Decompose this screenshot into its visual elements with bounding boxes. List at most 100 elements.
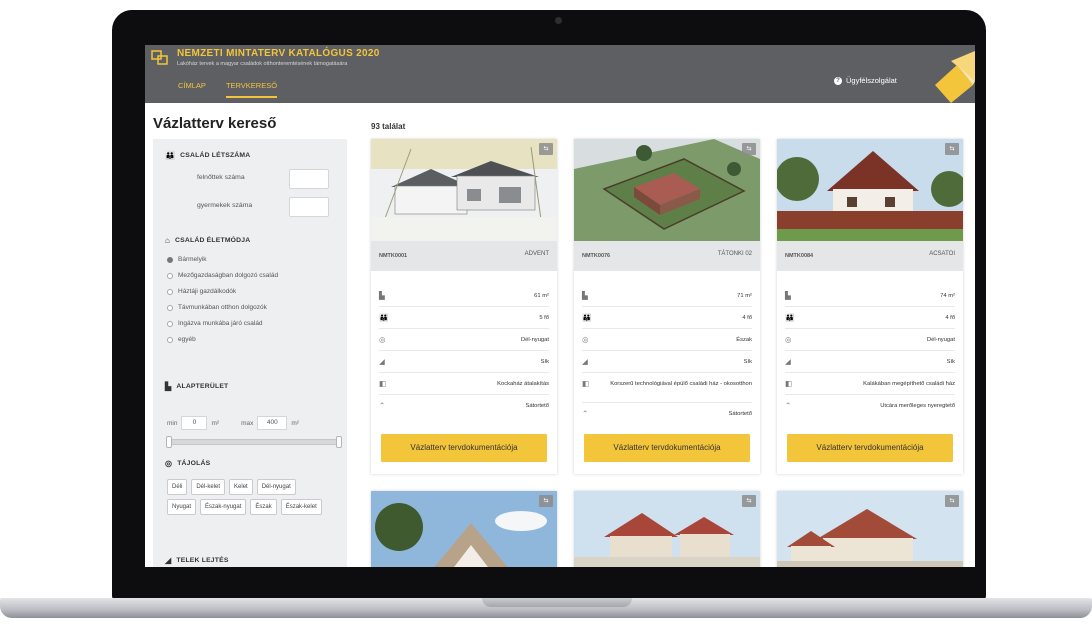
plan-card[interactable]: ⇆ NMTK0076 TÁTONKI 02 ▙ 71 m² 👪 4 fő ◎ Észa…: [574, 139, 760, 474]
family-size-heading-label: CSALÁD LÉTSZÁMA: [180, 152, 251, 159]
family-icon: 👪: [785, 313, 795, 322]
plan-doc-button[interactable]: Vázlatterv tervdokumentációja: [787, 434, 953, 462]
orientation-heading: ◎ TÁJOLÁS: [165, 459, 210, 468]
compare-icon[interactable]: ⇆: [945, 495, 959, 507]
lifestyle-option-label: Ingázva munkába járó család: [178, 320, 263, 327]
children-input[interactable]: [289, 197, 329, 217]
brand-title[interactable]: NEMZETI MINTATERV KATALÓGUS 2020: [177, 48, 380, 59]
spec-value: Kockaház átalakítás: [497, 381, 549, 387]
plan-header: NMTK0084 ACSATOI: [777, 241, 963, 271]
building-type-icon: ◧: [582, 379, 590, 388]
spec-value: Sík: [946, 359, 955, 365]
plan-image[interactable]: [574, 139, 760, 241]
orientation-chip[interactable]: Észak: [250, 499, 277, 515]
corner-logo-icon: [935, 51, 975, 103]
plan-image[interactable]: [574, 491, 760, 567]
plan-card[interactable]: ⇆: [777, 491, 963, 567]
slider-max-handle[interactable]: [336, 436, 342, 448]
spec-orientation: ◎ Dél-nyugat: [785, 333, 955, 351]
spec-value: 5 fő: [539, 315, 549, 321]
help-icon: ?: [834, 76, 842, 85]
plan-image[interactable]: [371, 491, 557, 567]
plan-card[interactable]: ⇆: [371, 491, 557, 567]
orientation-chip[interactable]: Észak-kelet: [280, 499, 322, 515]
floor-plan-icon: ▙: [582, 291, 588, 300]
sidebar-title: Vázlatterv kereső: [153, 115, 277, 132]
spec-orientation: ◎ Észak: [582, 333, 752, 351]
slider-min-handle[interactable]: [166, 436, 172, 448]
floor-plan-icon: ▙: [379, 291, 385, 300]
orientation-chip[interactable]: Dél-kelet: [191, 479, 226, 495]
adults-label: felnőttek száma: [197, 174, 245, 181]
radio[interactable]: [167, 272, 173, 279]
max-area-input[interactable]: 400: [257, 416, 288, 430]
radio[interactable]: [167, 336, 173, 343]
radio-selected[interactable]: [167, 256, 173, 263]
camera-icon: [555, 17, 562, 24]
roof-icon: ⌃: [582, 409, 589, 418]
lifestyle-option[interactable]: Távmunkában otthon dolgozók: [167, 304, 267, 311]
plan-card[interactable]: ⇆ NMTK0084 ACSATOI ▙ 74 m² 👪 4 fő ◎ Dél-nyu…: [777, 139, 963, 474]
plan-card[interactable]: ⇆ NMTK0001 ADVENT ▙ 61 m² 👪 5 fő ◎ Dél-nyug…: [371, 139, 557, 474]
orientation-chips: Déli Dél-kelet Kelet Dél-nyugat Nyugat É…: [167, 479, 327, 515]
compare-icon[interactable]: ⇆: [742, 495, 756, 507]
spec-people: 👪 5 fő: [379, 311, 549, 329]
lifestyle-option[interactable]: Háztáji gazdálkodók: [167, 288, 236, 295]
spec-area: ▙ 61 m²: [379, 289, 549, 307]
adults-input[interactable]: [289, 169, 329, 189]
family-size-heading: 👪 CSALÁD LÉTSZÁMA: [165, 151, 250, 160]
compare-icon[interactable]: ⇆: [945, 143, 959, 155]
unit-label: m²: [291, 419, 299, 427]
radio[interactable]: [167, 304, 173, 311]
family-icon: 👪: [582, 313, 592, 322]
lifestyle-heading-label: CSALÁD ÉLETMÓDJA: [175, 237, 251, 244]
orientation-chip[interactable]: Kelet: [229, 479, 253, 495]
compare-icon[interactable]: ⇆: [539, 143, 553, 155]
plan-image[interactable]: [371, 139, 557, 241]
lifestyle-option[interactable]: egyéb: [167, 336, 196, 343]
orientation-chip[interactable]: Dél-nyugat: [256, 479, 296, 495]
logo-icon[interactable]: [151, 50, 169, 66]
plan-image[interactable]: [777, 139, 963, 241]
spec-value: Utcára merőleges nyeregtető: [880, 403, 955, 409]
spec-roof: ⌃ Utcára merőleges nyeregtető: [785, 399, 955, 417]
spec-value: Korszerű technológiával épülő családi há…: [610, 381, 752, 387]
spec-terrain: ◢ Sík: [379, 355, 549, 373]
plan-image[interactable]: [777, 491, 963, 567]
compare-icon[interactable]: ⇆: [539, 495, 553, 507]
plan-card[interactable]: ⇆: [574, 491, 760, 567]
lifestyle-option[interactable]: Mezőgazdaságban dolgozó család: [167, 272, 278, 279]
radio[interactable]: [167, 320, 173, 327]
tab-tervkereso[interactable]: TERVKERESŐ: [225, 81, 278, 98]
spec-value: Dél-nyugat: [926, 337, 955, 343]
spec-value: Sík: [540, 359, 549, 365]
spec-value: Észak: [736, 337, 752, 343]
compare-icon[interactable]: ⇆: [742, 143, 756, 155]
lifestyle-option-label: egyéb: [178, 336, 196, 343]
spec-roof: ⌃ Sátortető: [379, 399, 549, 417]
area-range-slider[interactable]: [166, 436, 342, 448]
result-count: 93 találat: [371, 122, 406, 131]
orientation-chip[interactable]: Észak-nyugat: [200, 499, 247, 515]
spec-value: 4 fő: [742, 315, 752, 321]
site-header: NEMZETI MINTATERV KATALÓGUS 2020 Lakóház…: [145, 45, 975, 103]
lifestyle-option[interactable]: Ingázva munkába járó család: [167, 320, 263, 327]
lifestyle-option[interactable]: Bármelyik: [167, 256, 207, 263]
spec-value: Sík: [743, 359, 752, 365]
help-link[interactable]: ? Ügyfélszolgálat: [834, 76, 897, 85]
building-type-icon: ◧: [785, 379, 793, 388]
lifestyle-option-label: Bármelyik: [178, 256, 207, 263]
brand-subtitle: Lakóház tervek a magyar családok otthont…: [177, 61, 348, 67]
filter-panel: 👪 CSALÁD LÉTSZÁMA felnőttek száma gyerme…: [153, 139, 347, 567]
lifestyle-option-label: Mezőgazdaságban dolgozó család: [178, 272, 279, 279]
terrain-icon: ◢: [785, 357, 791, 366]
floor-area-heading: ▙ ALAPTERÜLET: [165, 382, 228, 391]
orientation-chip[interactable]: Nyugat: [167, 499, 197, 515]
tab-cimlap[interactable]: CÍMLAP: [178, 81, 206, 98]
min-area-input[interactable]: 0: [181, 416, 208, 430]
plan-doc-button[interactable]: Vázlatterv tervdokumentációja: [381, 434, 547, 462]
terrain-icon: ◢: [379, 357, 385, 366]
plan-doc-button[interactable]: Vázlatterv tervdokumentációja: [584, 434, 750, 462]
radio[interactable]: [167, 288, 173, 295]
orientation-chip[interactable]: Déli: [167, 479, 188, 495]
